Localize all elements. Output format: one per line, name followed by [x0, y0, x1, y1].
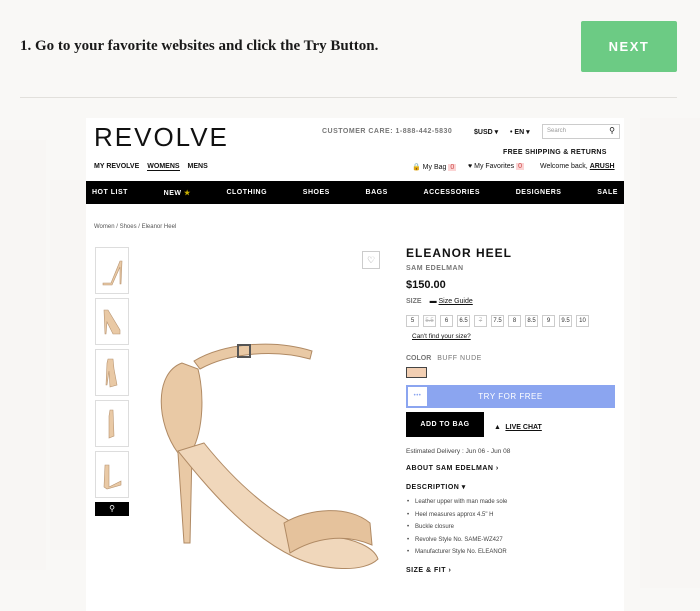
chevron-right-icon: › [448, 566, 452, 574]
size-row: SIZE ▬ Size Guide [406, 298, 616, 305]
star-icon: ★ [183, 189, 191, 197]
size-label: SIZE [406, 298, 422, 305]
description-item: Revolve Style No. SAME-WZ427 [406, 534, 616, 547]
product-brand[interactable]: SAM EDELMAN [406, 265, 616, 272]
zoom-icon[interactable]: ⚲ [95, 502, 129, 516]
nav-item-bags[interactable]: BAGS [366, 189, 388, 196]
color-name: BUFF NUDE [437, 355, 482, 362]
wishlist-heart-icon[interactable]: ♡ [362, 251, 380, 269]
main-nav: HOT LIST NEW ★ CLOTHING SHOES BAGS ACCES… [86, 181, 624, 204]
favorites-label: My Favorites [474, 163, 515, 170]
nav-item-new[interactable]: NEW ★ [164, 189, 191, 197]
size-fit-label: SIZE & FIT [406, 566, 446, 574]
color-row: COLOR BUFF NUDE [406, 355, 616, 362]
nav-item-hot-list[interactable]: HOT LIST [92, 189, 128, 196]
description-item: Manufacturer Style No. ELEANOR [406, 546, 616, 559]
size-option[interactable]: 7.5 [491, 315, 504, 327]
chevron-right-icon: › [495, 465, 499, 472]
size-option[interactable]: 9.5 [559, 315, 572, 327]
product-price: $150.00 [406, 279, 446, 291]
modal-header: 1. Go to your favorite websites and clic… [0, 0, 700, 98]
add-to-bag-button[interactable]: ADD TO BAG [406, 412, 484, 437]
description-list: Leather upper with man made sole Heel me… [406, 496, 616, 559]
currency-selector[interactable]: $USD ▾ [474, 128, 498, 136]
product-thumbnail[interactable] [95, 298, 129, 345]
chat-icon: ▲ [494, 423, 501, 431]
search-placeholder: Search [547, 128, 567, 134]
estimated-delivery: Estimated Delivery : Jun 06 - Jun 08 [406, 448, 511, 455]
account-link[interactable]: MENS [188, 163, 208, 171]
cant-find-size-link[interactable]: Can't find your size? [412, 331, 471, 343]
account-link[interactable]: WOMENS [147, 163, 180, 171]
site-logo: REVOLVE [94, 122, 229, 152]
account-links: MY REVOLVE WOMENS MENS [94, 163, 208, 171]
description-item: Heel measures approx 4.5" H [406, 509, 616, 522]
free-shipping-banner: FREE SHIPPING & RETURNS [503, 149, 607, 156]
thumbnail-list: ⚲ [95, 247, 129, 516]
next-button[interactable]: NEXT [581, 21, 677, 72]
size-options: 5 5.5 6 6.5 7 7.5 8 8.5 9 9.5 10 Can't find your si… [406, 315, 596, 343]
live-chat-label: LIVE CHAT [505, 423, 542, 431]
about-brand-label: ABOUT SAM EDELMAN [406, 465, 494, 472]
size-option[interactable]: 6 [440, 315, 453, 327]
product-details: ELEANOR HEEL SAM EDELMAN $150.00 SIZE ▬ … [406, 246, 616, 574]
breadcrumb[interactable]: Women / Shoes / Eleanor Heel [94, 224, 176, 230]
language-selector[interactable]: • EN ▾ [510, 128, 530, 136]
description-item: Leather upper with man made sole [406, 496, 616, 509]
product-page-screenshot: REVOLVE CUSTOMER CARE: 1-888-442-5830 $U… [86, 118, 624, 611]
welcome-label: Welcome back, [540, 163, 588, 170]
username-link[interactable]: ARUSH [590, 163, 615, 170]
product-thumbnail[interactable] [95, 349, 129, 396]
instruction-text: 1. Go to your favorite websites and clic… [20, 38, 379, 54]
size-option[interactable]: 8.5 [525, 315, 538, 327]
nav-item-clothing[interactable]: CLOTHING [226, 189, 267, 196]
product-title: ELEANOR HEEL [406, 246, 513, 260]
account-link[interactable]: MY REVOLVE [94, 163, 139, 171]
size-option[interactable]: 5.5 [423, 315, 436, 327]
size-guide-link[interactable]: ▬ Size Guide [430, 298, 473, 305]
description-toggle[interactable]: DESCRIPTION ▾ [406, 483, 616, 491]
nav-item-designers[interactable]: DESIGNERS [516, 189, 562, 196]
favorites-count: 0 [516, 163, 525, 170]
my-bag-link[interactable]: 🔒 My Bag 0 [412, 163, 457, 171]
product-thumbnail[interactable] [95, 400, 129, 447]
try-logo-icon: ••• [408, 387, 427, 406]
size-option[interactable]: 8 [508, 315, 521, 327]
welcome-text: Welcome back, ARUSH [540, 163, 615, 170]
customer-care: CUSTOMER CARE: 1-888-442-5830 [322, 128, 453, 135]
size-option[interactable]: 6.5 [457, 315, 470, 327]
live-chat-link[interactable]: ▲ LIVE CHAT [494, 416, 542, 434]
color-swatch[interactable] [406, 367, 427, 378]
bag-icon: 🔒 [412, 164, 421, 171]
description-label: DESCRIPTION [406, 484, 460, 491]
description-item: Buckle closure [406, 521, 616, 534]
size-fit-toggle[interactable]: SIZE & FIT › [406, 567, 616, 574]
try-for-free-label: TRY FOR FREE [478, 392, 543, 401]
product-thumbnail[interactable] [95, 247, 129, 294]
site-search-input[interactable]: Search ⚲ [542, 124, 620, 139]
size-option[interactable]: 10 [576, 315, 589, 327]
ruler-icon: ▬ [429, 298, 437, 305]
nav-item-accessories[interactable]: ACCESSORIES [424, 189, 480, 196]
cta-row: ADD TO BAG ▲ LIVE CHAT [406, 412, 616, 437]
chevron-down-icon: ▾ [461, 484, 466, 491]
nav-item-shoes[interactable]: SHOES [303, 189, 330, 196]
heart-icon: ♥ [468, 163, 473, 170]
color-label: COLOR [406, 355, 432, 362]
my-favorites-link[interactable]: ♥ My Favorites 0 [468, 163, 525, 170]
nav-item-new-label: NEW [163, 189, 182, 197]
bag-label: My Bag [422, 164, 447, 171]
product-thumbnail[interactable] [95, 451, 129, 498]
nav-item-sale[interactable]: SALE [597, 189, 618, 196]
size-option[interactable]: 7 [474, 315, 487, 327]
try-for-free-button[interactable]: ••• TRY FOR FREE [406, 385, 615, 408]
product-main-image [160, 343, 379, 569]
bag-count: 0 [448, 164, 457, 171]
size-guide-label: Size Guide [438, 298, 473, 305]
size-option[interactable]: 9 [542, 315, 555, 327]
size-option[interactable]: 5 [406, 315, 419, 327]
about-brand-link[interactable]: ABOUT SAM EDELMAN › [406, 465, 616, 472]
divider [20, 97, 677, 98]
search-icon[interactable]: ⚲ [609, 126, 615, 135]
